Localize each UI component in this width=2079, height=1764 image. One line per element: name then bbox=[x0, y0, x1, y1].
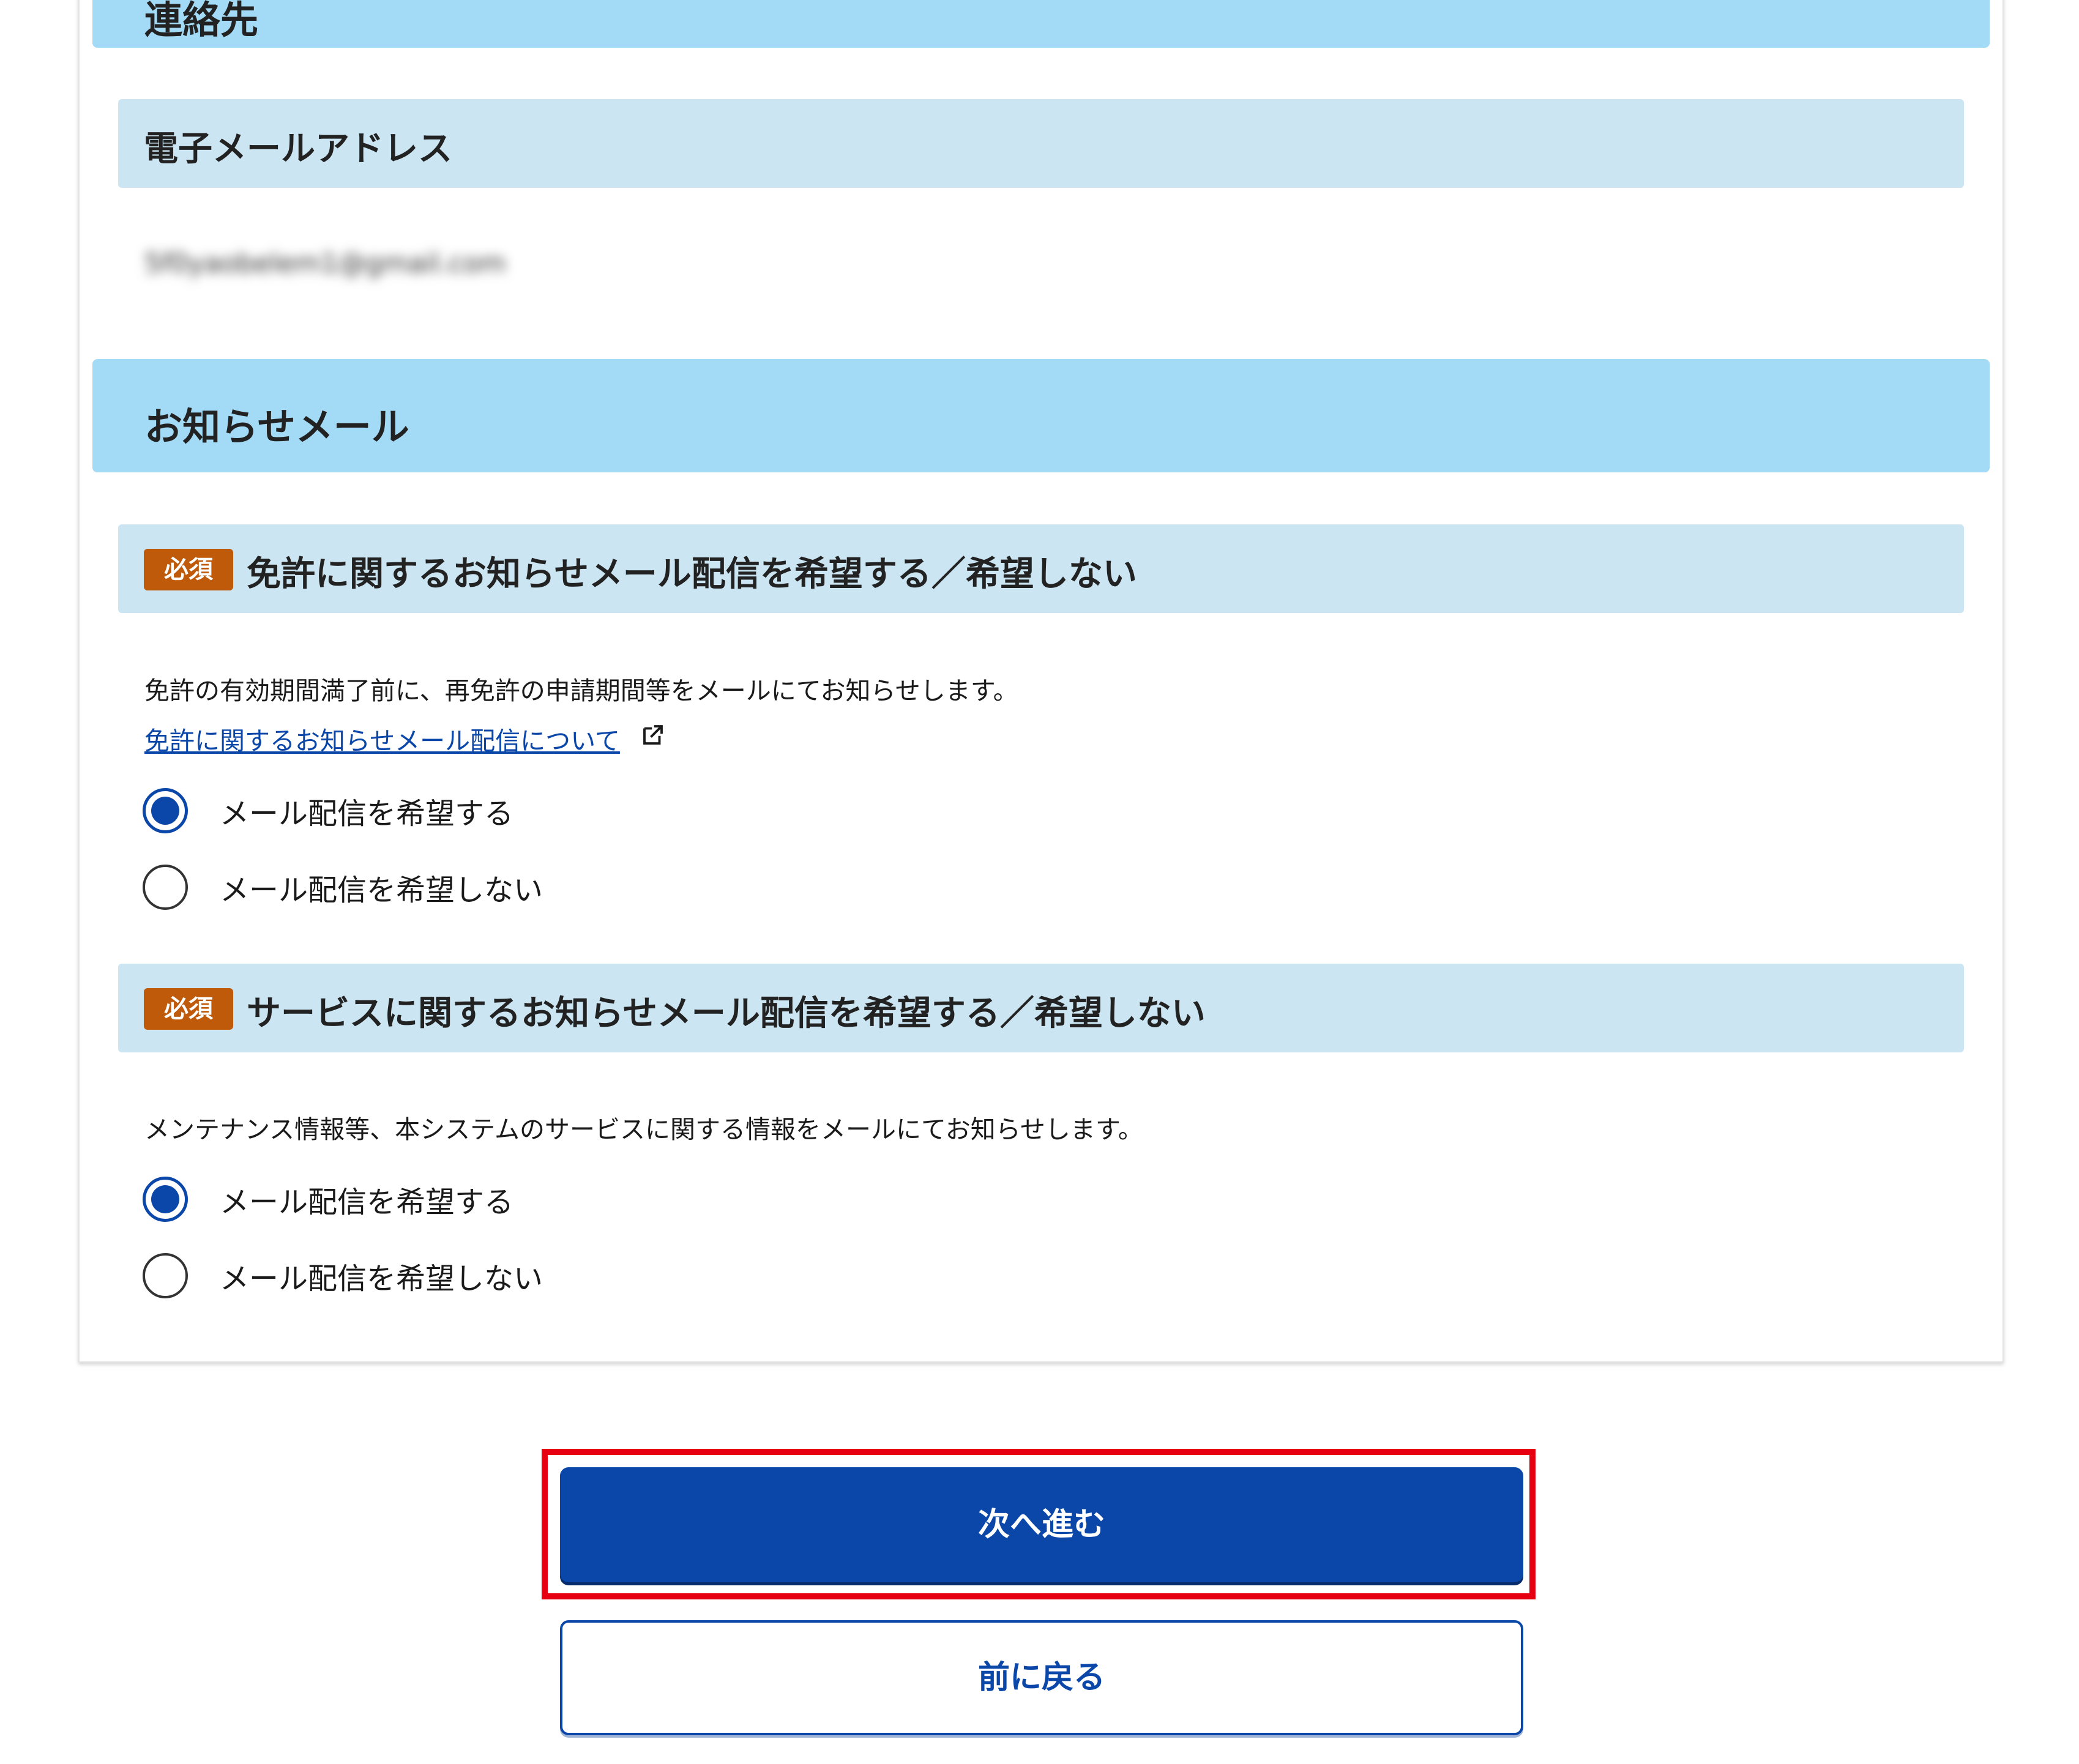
contact-section-header: 連絡先 bbox=[92, 0, 1990, 48]
required-badge: 必須 bbox=[144, 988, 233, 1030]
service-mail-title: サービスに関するお知らせメール配信を希望する／希望しない bbox=[247, 994, 1206, 1033]
license-mail-option-yes-label: メール配信を希望する bbox=[220, 797, 514, 831]
license-mail-header: 必須 免許に関するお知らせメール配信を希望する／希望しない bbox=[118, 524, 1964, 613]
email-field-label: 電子メールアドレス bbox=[144, 129, 452, 169]
license-mail-description: 免許の有効期間満了前に、再免許の申請期間等をメールにてお知らせします。 bbox=[144, 676, 1018, 705]
license-mail-option-no-label: メール配信を希望しない bbox=[220, 873, 543, 907]
license-mail-info-link[interactable]: 免許に関するお知らせメール配信について bbox=[144, 720, 620, 757]
next-button[interactable]: 次へ進む bbox=[560, 1467, 1523, 1582]
page: 連絡先 電子メールアドレス 5f0yaobelem1@gmail.com お知ら… bbox=[0, 0, 2079, 1764]
radio-checked-icon[interactable] bbox=[143, 1177, 188, 1222]
license-mail-option-yes[interactable]: メール配信を希望する bbox=[143, 783, 513, 838]
contact-section-title: 連絡先 bbox=[144, 0, 259, 42]
license-mail-option-no[interactable]: メール配信を希望しない bbox=[143, 860, 543, 915]
external-link-icon bbox=[643, 725, 663, 745]
email-field-header: 電子メールアドレス bbox=[118, 99, 1964, 188]
email-value: 5f0yaobelem1@gmail.com bbox=[144, 248, 506, 279]
back-button[interactable]: 前に戻る bbox=[560, 1620, 1523, 1735]
service-mail-option-yes-label: メール配信を希望する bbox=[220, 1185, 514, 1219]
service-mail-description: メンテナンス情報等、本システムのサービスに関する情報をメールにてお知らせします。 bbox=[144, 1115, 1143, 1144]
license-mail-title: 免許に関するお知らせメール配信を希望する／希望しない bbox=[247, 554, 1137, 594]
radio-checked-icon[interactable] bbox=[143, 788, 188, 833]
service-mail-option-no[interactable]: メール配信を希望しない bbox=[143, 1248, 543, 1303]
service-mail-option-no-label: メール配信を希望しない bbox=[220, 1262, 543, 1296]
radio-unchecked-icon[interactable] bbox=[143, 865, 188, 910]
service-mail-option-yes[interactable]: メール配信を希望する bbox=[143, 1172, 513, 1227]
notification-section-title: お知らせメール bbox=[144, 404, 409, 449]
radio-unchecked-icon[interactable] bbox=[143, 1253, 188, 1298]
service-mail-header: 必須 サービスに関するお知らせメール配信を希望する／希望しない bbox=[118, 964, 1964, 1052]
notification-section-header: お知らせメール bbox=[92, 359, 1990, 472]
required-badge: 必須 bbox=[144, 549, 233, 590]
